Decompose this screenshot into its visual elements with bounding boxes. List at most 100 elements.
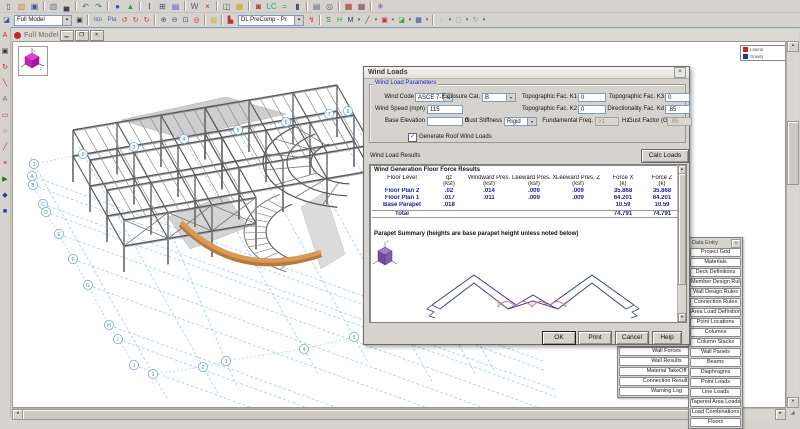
zoom-out-icon[interactable]: ⊖ <box>169 15 180 26</box>
load-combo[interactable]: DL PreComp - Pr ▾ <box>238 15 304 26</box>
iso-view-icon[interactable]: Iso <box>91 15 105 26</box>
rotate-down-icon[interactable]: ↻ <box>130 15 141 26</box>
render-icon[interactable]: ▲ <box>124 1 137 12</box>
chevron-down-icon[interactable]: ▾ <box>506 94 515 101</box>
close-icon[interactable]: × <box>674 67 686 78</box>
print-button[interactable]: Print <box>578 331 612 345</box>
scroll-up-icon[interactable]: ▲ <box>787 41 799 52</box>
blue-box-icon[interactable]: ▦ <box>413 15 424 26</box>
pause-icon[interactable]: ▮ <box>291 1 304 12</box>
member-icon[interactable]: ╱ <box>362 15 373 26</box>
field-input-directionality-fac-kd[interactable]: .85 <box>665 105 690 114</box>
gray-square-icon[interactable]: ▢ <box>453 15 464 26</box>
red-grid2-icon[interactable]: ▦ <box>355 1 368 12</box>
move-icon[interactable]: ⊞ <box>156 1 169 12</box>
lock-icon[interactable]: ■ <box>0 206 10 218</box>
draw-slash-icon[interactable]: ╱ <box>0 142 10 154</box>
save-icon[interactable]: ▣ <box>28 1 41 12</box>
solve-icon[interactable]: ◙ <box>252 1 265 12</box>
view-cube-icon[interactable]: ◪ <box>1 15 12 26</box>
spreadsheet-icon[interactable]: ▦ <box>233 1 246 12</box>
gray-refresh-icon[interactable]: ↻ <box>470 15 481 26</box>
redo-icon[interactable]: ↷ <box>92 1 105 12</box>
resize-grip-icon[interactable]: ◢ <box>786 408 799 419</box>
view-combo[interactable]: Full Model ▾ <box>14 15 72 26</box>
panel-item-load-combinations[interactable]: Load Combinations <box>690 408 741 417</box>
chevron-down-icon[interactable]: ▾ <box>294 16 303 25</box>
rotate-tool-icon[interactable]: ↻ <box>0 62 10 74</box>
panel-item-line-loads[interactable]: Line Loads <box>690 388 741 397</box>
green-box-icon[interactable]: ◪ <box>396 15 407 26</box>
model-window-titlebar[interactable]: Full Model ▁ ❒ × <box>12 29 799 41</box>
list-tool-icon[interactable]: ≡ <box>0 158 10 170</box>
m-icon[interactable]: M <box>345 15 356 26</box>
globe-icon[interactable]: ● <box>111 1 124 12</box>
panel-item-wall-design-rules[interactable]: Wall Design Rules <box>690 288 741 297</box>
help-button[interactable]: Help <box>652 331 682 345</box>
panel-item-project-grid[interactable]: Project Grid <box>690 248 741 257</box>
graph-icon[interactable]: ▙ <box>225 15 236 26</box>
field-input-base-elevation[interactable] <box>427 117 463 126</box>
draw-line-icon[interactable]: ╲ <box>0 78 10 90</box>
panel-item-columns[interactable]: Columns <box>690 328 741 337</box>
ok-button[interactable]: OK <box>542 331 576 345</box>
panel-item-column-stacks[interactable]: Column Stacks <box>690 338 741 347</box>
panel-item-diaphragms[interactable]: Diaphragms <box>690 368 741 377</box>
zoom-window-icon[interactable]: ⊡ <box>180 15 191 26</box>
flag-icon[interactable]: ▶ <box>0 174 10 186</box>
panel-item-beams[interactable]: Beams <box>690 358 741 367</box>
results-scrollbar[interactable]: ▲ ▼ <box>677 165 686 322</box>
panel-item-materials[interactable]: Materials <box>690 258 741 267</box>
panel-item-floors[interactable]: Floors <box>690 418 741 427</box>
panel-item-connection-rules[interactable]: Connection Rules <box>690 298 741 307</box>
chevron-down-icon[interactable]: ▾ <box>424 15 430 26</box>
section-icon[interactable]: I <box>143 1 156 12</box>
box-select-icon[interactable]: ▣ <box>0 46 10 58</box>
plan-view-icon[interactable]: Pla <box>105 15 119 26</box>
red-box-icon[interactable]: ▣ <box>379 15 390 26</box>
layers-icon[interactable]: ▤ <box>169 1 182 12</box>
print-icon[interactable]: ▄ <box>60 1 73 12</box>
scroll-down-icon[interactable]: ▼ <box>678 313 686 322</box>
red-grid-icon[interactable]: ▦ <box>342 1 355 12</box>
calc-loads-button[interactable]: Calc Loads <box>641 149 689 163</box>
dollar-icon[interactable]: S <box>323 15 334 26</box>
horizontal-scroll-thumb[interactable] <box>22 409 712 420</box>
copy-icon[interactable]: ▥ <box>47 1 60 12</box>
draw-poly-icon[interactable]: ○ <box>0 126 10 138</box>
field-input-wind-speed-mph-[interactable]: 115 <box>427 105 463 114</box>
panel-item-tapered-area-loads[interactable]: Tapered Area Loads <box>690 398 741 407</box>
snapshot-icon[interactable]: ▣ <box>74 15 85 26</box>
close-icon[interactable]: × <box>731 239 741 248</box>
dialog-titlebar[interactable]: Wind Loads × <box>364 67 689 79</box>
field-input-topographic-fac-k1[interactable]: 0 <box>578 93 606 102</box>
new-icon[interactable]: ▯ <box>2 1 15 12</box>
report-icon[interactable]: ▤ <box>310 1 323 12</box>
chevron-down-icon[interactable]: ▾ <box>62 16 71 25</box>
vertical-scroll-thumb[interactable] <box>787 121 799 185</box>
preview-icon[interactable]: ◎ <box>323 1 336 12</box>
generate-roof-wind-checkbox[interactable]: ✓ <box>408 133 417 142</box>
chevron-down-icon[interactable]: ▾ <box>481 15 487 26</box>
annotate-icon[interactable]: ▨ <box>208 15 219 26</box>
results-scroll-thumb[interactable] <box>678 173 686 285</box>
panel-item-wall-panels[interactable]: Wall Panels <box>690 348 741 357</box>
field-input-gust-stiffness[interactable]: Rigid▾ <box>504 117 537 126</box>
panel-item-member-design-rules[interactable]: Member Design Rules <box>690 278 741 287</box>
zoom-full-icon[interactable]: ◎ <box>191 15 202 26</box>
horizontal-scrollbar[interactable]: ◄ ► <box>12 408 786 420</box>
panel-item-point-locations[interactable]: Point Locations <box>690 318 741 327</box>
field-input-exposure-cat-[interactable]: B▾ <box>482 93 516 102</box>
zoom-in-icon[interactable]: ⊕ <box>158 15 169 26</box>
field-input-topographic-fac-k2[interactable]: 0 <box>578 105 606 114</box>
label-a-icon[interactable]: A <box>0 94 10 106</box>
field-input-topographic-fac-k3[interactable]: 0 <box>665 93 690 102</box>
window-split-icon[interactable]: ◫ <box>220 1 233 12</box>
load-direction-legend[interactable]: Lateral Gravity ▼ <box>740 45 786 61</box>
help-icon[interactable]: ✳ <box>374 1 387 12</box>
gray-circle-icon[interactable]: ○ <box>436 15 447 26</box>
scroll-right-icon[interactable]: ► <box>775 409 786 420</box>
equals-icon[interactable]: = <box>278 1 291 12</box>
h-icon[interactable]: H <box>334 15 345 26</box>
lc-icon[interactable]: LC <box>265 1 278 12</box>
